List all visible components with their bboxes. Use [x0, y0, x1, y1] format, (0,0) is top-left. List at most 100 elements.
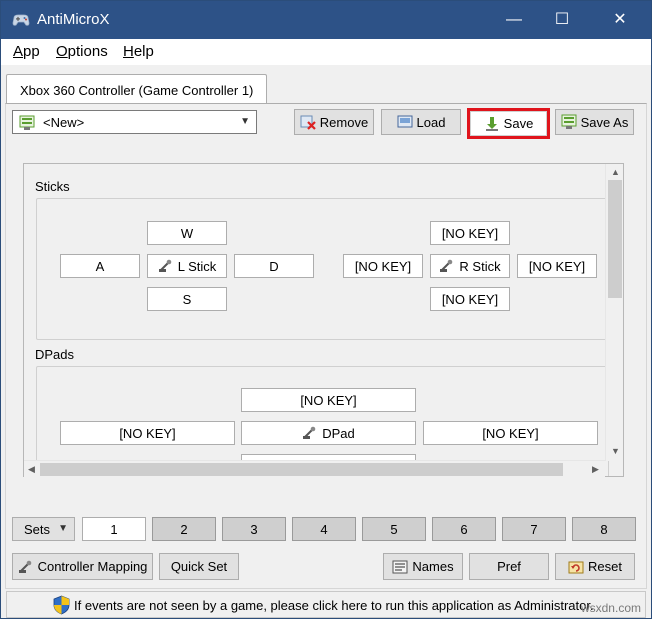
dpad-up-button[interactable]: [NO KEY]: [241, 388, 416, 412]
set-5-label: 5: [390, 521, 398, 537]
mapping-scroll-area[interactable]: Sticks W A L Stick D S [NO KEY] [NO KEY]…: [23, 163, 624, 477]
lstick-down-button[interactable]: S: [147, 287, 227, 311]
lstick-button[interactable]: L Stick: [147, 254, 227, 278]
rstick-up-button[interactable]: [NO KEY]: [430, 221, 510, 245]
watermark: wsxdn.com: [580, 601, 641, 615]
reset-label: Reset: [588, 559, 622, 574]
rstick-button[interactable]: R Stick: [430, 254, 510, 278]
rstick-label: R Stick: [459, 258, 501, 274]
gamepad-icon: [12, 14, 30, 26]
dpad-left-button[interactable]: [NO KEY]: [60, 421, 235, 445]
menu-app-rest: pp: [23, 43, 40, 60]
profile-select[interactable]: <New> ▼: [12, 110, 257, 134]
pref-button[interactable]: Pref: [469, 553, 549, 580]
load-button[interactable]: Load: [381, 109, 461, 135]
rstick-left-button[interactable]: [NO KEY]: [343, 254, 423, 278]
remove-button[interactable]: Remove: [294, 109, 374, 135]
load-button-label: Load: [416, 114, 446, 130]
app-window: AntiMicroX — ☐ ✕ App Options Help Xbox 3…: [0, 0, 652, 619]
rstick-right-button[interactable]: [NO KEY]: [517, 254, 597, 278]
set-8-label: 8: [600, 521, 608, 537]
set-8-button[interactable]: 8: [572, 517, 636, 541]
set-6-button[interactable]: 6: [432, 517, 496, 541]
admin-status-bar[interactable]: If events are not seen by a game, please…: [6, 591, 646, 618]
minimize-button[interactable]: —: [491, 1, 537, 39]
sets-dropdown[interactable]: Sets ▼: [12, 517, 75, 541]
set-1-button[interactable]: 1: [82, 517, 146, 541]
names-icon: [392, 560, 408, 573]
dpad-right-button[interactable]: [NO KEY]: [423, 421, 598, 445]
controller-mapping-label: Controller Mapping: [37, 559, 148, 574]
lstick-left-button[interactable]: A: [60, 254, 140, 278]
scroll-left-icon[interactable]: ◀: [28, 464, 35, 475]
rstick-right-label: [NO KEY]: [528, 258, 586, 274]
horizontal-scrollbar[interactable]: ◀ ▶: [24, 460, 605, 477]
remove-button-label: Remove: [319, 114, 369, 130]
dpads-title: DPads: [35, 347, 75, 362]
dpad-label: DPad: [322, 425, 355, 441]
set-3-button[interactable]: 3: [222, 517, 286, 541]
menu-options-rest: ptions: [67, 43, 108, 60]
lstick-right-button[interactable]: D: [234, 254, 314, 278]
set-4-button[interactable]: 4: [292, 517, 356, 541]
uac-shield-icon: [53, 595, 70, 615]
title-bar[interactable]: AntiMicroX — ☐ ✕: [1, 1, 651, 39]
lstick-up-button[interactable]: W: [147, 221, 227, 245]
dpad-right-label: [NO KEY]: [482, 425, 539, 441]
names-button[interactable]: Names: [383, 553, 463, 580]
joystick-icon: [158, 259, 172, 272]
reset-button[interactable]: Reset: [555, 553, 635, 580]
rstick-left-label: [NO KEY]: [354, 258, 412, 274]
vertical-scrollbar[interactable]: ▲ ▼: [605, 164, 623, 461]
set-2-button[interactable]: 2: [152, 517, 216, 541]
load-icon: [397, 115, 413, 128]
dpad-left-label: [NO KEY]: [119, 425, 176, 441]
admin-status-message: If events are not seen by a game, please…: [74, 598, 594, 613]
set-7-button[interactable]: 7: [502, 517, 566, 541]
joystick-icon: [18, 560, 31, 573]
quick-set-button[interactable]: Quick Set: [159, 553, 239, 580]
scroll-down-icon[interactable]: ▼: [611, 446, 620, 456]
set-5-button[interactable]: 5: [362, 517, 426, 541]
window-title: AntiMicroX: [37, 11, 110, 28]
remove-icon: [300, 115, 316, 130]
tab-controller-label: Xbox 360 Controller (Game Controller 1): [20, 83, 254, 98]
menu-help[interactable]: Help: [123, 43, 154, 60]
lstick-right-label: D: [269, 258, 279, 274]
set-7-label: 7: [530, 521, 538, 537]
set-6-label: 6: [460, 521, 468, 537]
lstick-left-label: A: [95, 258, 105, 274]
save-as-button-label: Save As: [580, 114, 629, 130]
profile-select-value: <New>: [43, 115, 85, 130]
save-as-icon: [561, 114, 577, 129]
tab-controller[interactable]: Xbox 360 Controller (Game Controller 1): [6, 74, 267, 104]
reset-icon: [568, 561, 584, 573]
save-as-button[interactable]: Save As: [555, 109, 634, 135]
controller-mapping-button[interactable]: Controller Mapping: [12, 553, 153, 580]
menu-options[interactable]: Options: [56, 43, 108, 60]
lstick-label: L Stick: [177, 258, 217, 274]
menu-bar: App Options Help: [1, 39, 651, 65]
menu-help-accel: H: [123, 43, 134, 60]
vertical-scroll-thumb[interactable]: [608, 180, 622, 298]
dpad-button[interactable]: DPad: [241, 421, 416, 445]
joystick-icon: [303, 426, 316, 439]
rstick-down-label: [NO KEY]: [441, 291, 499, 307]
chevron-down-icon: ▼: [240, 116, 250, 127]
menu-options-accel: O: [56, 43, 68, 60]
scroll-right-icon[interactable]: ▶: [592, 464, 599, 475]
quick-set-label: Quick Set: [170, 559, 228, 574]
scroll-up-icon[interactable]: ▲: [611, 167, 620, 177]
chevron-down-icon: ▼: [58, 523, 68, 534]
sets-label: Sets: [24, 522, 51, 537]
set-3-label: 3: [250, 521, 258, 537]
sticks-title: Sticks: [35, 179, 70, 194]
rstick-down-button[interactable]: [NO KEY]: [430, 287, 510, 311]
maximize-button[interactable]: ☐: [539, 1, 585, 39]
joystick-icon: [440, 259, 453, 272]
pref-label: Pref: [497, 559, 521, 574]
rstick-up-label: [NO KEY]: [441, 225, 499, 241]
menu-app[interactable]: App: [13, 43, 40, 60]
horizontal-scroll-thumb[interactable]: [40, 463, 563, 476]
close-button[interactable]: ✕: [597, 1, 643, 39]
